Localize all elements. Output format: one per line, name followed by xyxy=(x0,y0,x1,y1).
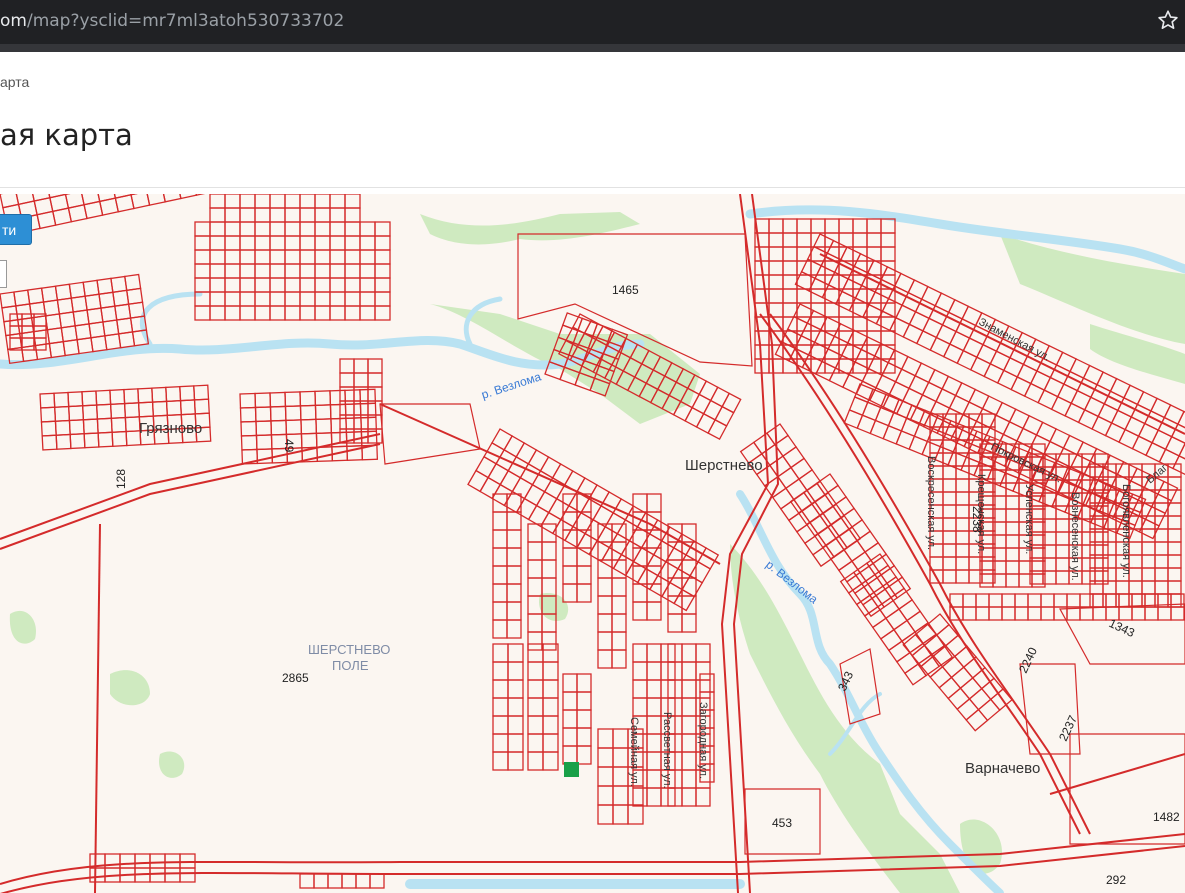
map-search-button[interactable]: ти xyxy=(0,214,32,245)
village-label-sherstnevo: Шерстнево xyxy=(685,457,763,474)
url-host: om xyxy=(0,11,27,31)
street-label-semeynaya: Семейная ул. xyxy=(628,717,640,787)
street-label-vozneseskaya: Вознесенская ул. xyxy=(1069,492,1081,581)
parcel-grid[interactable] xyxy=(0,194,1185,889)
star-outline-icon[interactable] xyxy=(1157,9,1179,31)
river-label-2: р. Везлома xyxy=(763,557,821,606)
url-text[interactable]: om/map?ysclid=mr7ml3atoh530733702 xyxy=(0,11,344,31)
parcel-block xyxy=(492,643,524,771)
parcel-block xyxy=(299,873,385,889)
browser-toolbar-strip xyxy=(0,44,1185,52)
street-label-rassvetnaya: Рассветная ул. xyxy=(661,712,673,789)
parcel-number-1482: 1482 xyxy=(1153,810,1180,824)
parcel-block xyxy=(467,428,720,612)
parcel-number-292: 292 xyxy=(1106,873,1126,887)
parcel-block xyxy=(0,194,213,236)
parcel-number-2240: 2240 xyxy=(1016,645,1040,675)
parcel-block xyxy=(89,853,196,883)
parcel-number-1465: 1465 xyxy=(612,283,639,297)
parcel-number-49: 49 xyxy=(282,439,296,453)
street-label-voskresenskaya: Воскресенская ул. xyxy=(925,456,937,550)
parcel-block xyxy=(597,523,627,669)
parcel-block xyxy=(492,493,522,639)
parcel-block xyxy=(754,218,896,374)
parcel-number-2865: 2865 xyxy=(282,671,309,685)
parcel-block xyxy=(562,493,592,603)
village-label-gryaznovo: Грязново xyxy=(139,420,202,437)
parcel-number-2238: 2238 xyxy=(970,506,984,533)
street-label-znamenskaya: Знаменская ул. xyxy=(977,316,1052,364)
divider xyxy=(0,187,1185,188)
parcel-block xyxy=(527,523,557,651)
location-marker[interactable] xyxy=(564,762,579,777)
page-content: арта ая карта Грязново Шерстнево Варначе… xyxy=(0,52,1185,893)
url-path: /map?ysclid=mr7ml3atoh530733702 xyxy=(26,11,345,31)
parcel-number-453: 453 xyxy=(772,816,792,830)
area-label-line2: ПОЛЕ xyxy=(332,658,369,673)
parcel-block xyxy=(527,643,559,771)
street-label-uspenskaya: Успенская ул. xyxy=(1023,484,1035,554)
village-label-varnachevo: Варначево xyxy=(965,760,1040,777)
river-label-1: р. Везлома xyxy=(480,369,543,402)
breadcrumb[interactable]: арта xyxy=(0,74,29,90)
cadastral-map[interactable]: Грязново Шерстнево Варначево ШЕРСТНЕВО ПОЛЕ р… xyxy=(0,194,1185,893)
parcel-block xyxy=(209,194,361,223)
map-canvas[interactable]: Грязново Шерстнево Варначево ШЕРСТНЕВОПОЛЕ р… xyxy=(0,194,1185,893)
parcel-block xyxy=(949,593,1185,621)
parcel-number-2237: 2237 xyxy=(1056,713,1080,743)
parcel-block xyxy=(839,553,954,686)
parcel-block xyxy=(1089,463,1182,608)
browser-address-bar: om/map?ysclid=mr7ml3atoh530733702 xyxy=(0,0,1185,44)
parcel-block xyxy=(194,221,391,321)
page-title: ая карта xyxy=(0,118,133,152)
parcel-block xyxy=(562,673,592,765)
parcel-number-128: 128 xyxy=(114,469,128,489)
map-zoom-control[interactable] xyxy=(0,260,7,288)
street-label-zagorodnaya: Загородная ул. xyxy=(697,702,709,779)
street-label-bogoyavlenskaya: Богоявленская ул. xyxy=(1120,484,1132,578)
main-roads xyxy=(0,194,1185,893)
parcel-block xyxy=(39,384,212,451)
area-label-line1: ШЕРСТНЕВО xyxy=(308,642,390,657)
